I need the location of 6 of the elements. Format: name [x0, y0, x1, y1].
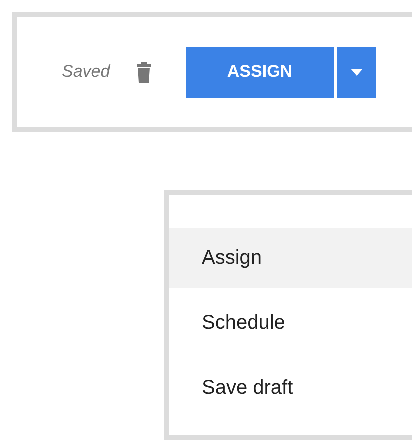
caret-icon: [350, 68, 362, 76]
status-text: Saved: [62, 61, 112, 84]
dropdown-button[interactable]: [337, 46, 376, 98]
trash-icon[interactable]: [136, 61, 152, 83]
menu-item[interactable]: Assign: [169, 228, 412, 288]
assign-button[interactable]: ASSIGN: [186, 46, 334, 98]
